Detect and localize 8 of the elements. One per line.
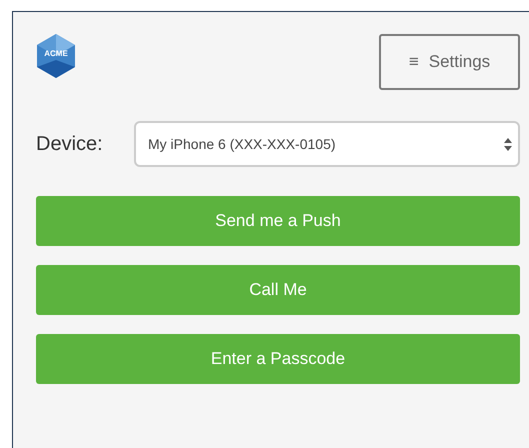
acme-logo: ACME [36, 34, 76, 78]
action-button[interactable]: Enter a Passcode [36, 334, 520, 384]
sort-arrows-icon [504, 138, 512, 150]
device-select[interactable]: My iPhone 6 (XXX-XXX-0105) [134, 121, 520, 167]
settings-button[interactable]: ≡ Settings [379, 34, 520, 90]
action-button[interactable]: Send me a Push [36, 196, 520, 246]
device-label: Device: [36, 132, 104, 156]
action-button[interactable]: Call Me [36, 265, 520, 315]
